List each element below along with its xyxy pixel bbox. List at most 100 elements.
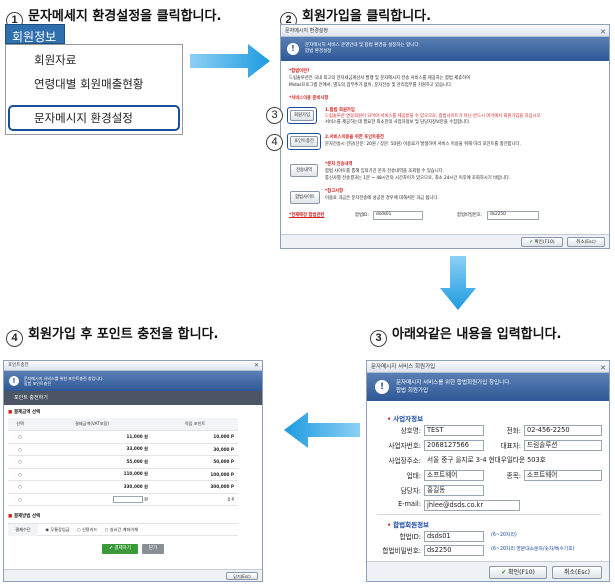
ok-button[interactable]: ✔ 확인(F10) bbox=[521, 237, 563, 247]
method-option-card[interactable]: ○ 신용카드 bbox=[77, 527, 97, 532]
ceo-label: 대표자: bbox=[500, 442, 521, 450]
bizno-row: 사업자번호: 2068127566 대표자: 드림솔루션 bbox=[367, 440, 609, 452]
legal-pw-label: 합법비밀번호: bbox=[382, 547, 421, 555]
custom-amount-input[interactable] bbox=[112, 495, 143, 503]
arrow-right-icon bbox=[190, 44, 270, 78]
type-input[interactable]: 소프트웨어 bbox=[424, 470, 484, 481]
ok-button[interactable]: ✔ 확인(F10) bbox=[489, 566, 547, 579]
section-legal-title: *합법이란? bbox=[289, 69, 310, 74]
company-label: 상호명: bbox=[400, 427, 421, 435]
legal-pw-field[interactable]: ds2250 bbox=[487, 211, 539, 220]
company-input[interactable]: TEST bbox=[424, 425, 484, 436]
item-label: 종목: bbox=[506, 472, 521, 480]
method-option-bank[interactable]: ◉ 무통장입금 bbox=[45, 527, 69, 532]
legal-site-button[interactable]: 합법사이트 bbox=[290, 191, 320, 204]
step-number-badge: 4 bbox=[6, 330, 23, 347]
join-line2: 서비스를 제공하는데 필요한 최소한의 사업자정보 및 담당자정보만을 수집합니… bbox=[325, 120, 471, 125]
legal-id-input[interactable]: dsds01 bbox=[424, 531, 484, 542]
legal-id-field[interactable]: dsds01 bbox=[373, 211, 423, 220]
charge-subtitle: 포인트 충전하기 bbox=[14, 395, 48, 401]
window-banner: ! 문자메시지 서비스를 위한 합법회원가입 창입니다. 합법 회원가입 bbox=[367, 373, 609, 401]
step3-title: 3 아래와같은 내용을 입력합니다. bbox=[370, 323, 561, 347]
sms-settings-window: 문자메시지 환경설정 ✕ ! 문자메시지 서비스 운영안내 및 합법 환경을 설… bbox=[280, 24, 610, 249]
amount-cell: 33,000 원 bbox=[32, 443, 152, 456]
amount-unit: 원 bbox=[144, 496, 148, 502]
cancel-button[interactable]: 취소(Esc) bbox=[552, 566, 602, 579]
legal-pw-label: 합법비밀번호: bbox=[457, 213, 483, 218]
table-row[interactable]: ○ 330,000 원 300,000 P bbox=[8, 480, 238, 494]
table-row[interactable]: ○ 원 0 P bbox=[8, 493, 238, 506]
point-cell: 50,000 P bbox=[152, 455, 238, 469]
check-icon: ✔ bbox=[529, 240, 534, 245]
note-line1: 이용료 과금은 문자전송에 성공한 경우에 대해서만 과금 됩니다. bbox=[325, 196, 439, 201]
window-banner: ! 문자메시지 서비스 운영안내 및 합법 환경을 설정하는 합니다. 합법 환… bbox=[281, 37, 609, 61]
send-history-button[interactable]: 전송내역 bbox=[290, 164, 318, 177]
amount-section-title: ■ 결제금액 선택 bbox=[8, 410, 41, 415]
method-section-title: ■ 결제방법 선택 bbox=[8, 514, 41, 519]
point-heading: 2.서비스이용을 위한 포인트충전 bbox=[325, 135, 385, 140]
amount-cell: 원 bbox=[32, 493, 152, 506]
point-charge-button[interactable]: 포인트충전 bbox=[290, 136, 318, 147]
info-icon: ! bbox=[375, 380, 389, 394]
radio-button[interactable]: ○ bbox=[18, 434, 22, 439]
radio-button[interactable]: ○ bbox=[18, 484, 22, 489]
email-input[interactable]: jhlee@dsds.co.kr bbox=[424, 500, 520, 511]
callout-3-badge: 3 bbox=[266, 107, 283, 124]
manager-row: 담당자: 홍길동 bbox=[367, 485, 609, 497]
step2-text: 회원가입을 클릭합니다. bbox=[302, 9, 432, 24]
address-row: 사업장주소: 서울 중구 을지로 3-4 현대우일타운 503호 bbox=[367, 455, 609, 467]
menu-item-sms-settings[interactable]: 문자메시지 환경설정 bbox=[8, 105, 180, 131]
pay-button[interactable]: ✔ 결제하기 bbox=[102, 544, 138, 554]
table-row[interactable]: ○ 110,000 원 100,000 P bbox=[8, 468, 238, 481]
close-button[interactable]: 닫기 bbox=[142, 544, 164, 554]
address-input[interactable]: 서울 중구 을지로 3-4 현대우일타운 503호 bbox=[424, 455, 602, 466]
section-prep-title: *서비스이용 준비사항 bbox=[289, 96, 329, 101]
close-icon[interactable]: ✕ bbox=[254, 361, 259, 371]
amount-section-label: 결제금액 선택 bbox=[13, 410, 41, 415]
bizno-input[interactable]: 2068127566 bbox=[424, 440, 484, 451]
amount-table: 선택 결제금액(VAT포함) 적립 포인트 ○ 11,000 원 10,000 … bbox=[8, 418, 238, 506]
radio-button[interactable]: ○ bbox=[18, 497, 22, 502]
section-legal-line1: 드림솔루션은 국내 최고의 전자세금계산서 발행 및 문자메시지 전송 서비스를… bbox=[289, 76, 471, 81]
point-cell: 0 P bbox=[152, 493, 238, 506]
close-icon[interactable]: ✕ bbox=[600, 362, 606, 374]
method-option-transfer[interactable]: ○ 실시간 계좌이체 bbox=[105, 527, 138, 532]
amount-cell: 55,000 원 bbox=[32, 455, 152, 469]
history-heading: *문자 전송내역 bbox=[325, 162, 353, 167]
menu-header[interactable]: 회원정보 bbox=[5, 24, 65, 44]
ceo-input[interactable]: 드림솔루션 bbox=[524, 440, 602, 451]
footer-close-button[interactable]: 닫기(Esc) bbox=[226, 572, 258, 580]
tel-input[interactable]: 02-456-2250 bbox=[524, 425, 602, 436]
ok-label: 확인(F10) bbox=[508, 569, 535, 576]
banner-line1: 문자메시지 서비스를 위한 합법회원가입 창입니다. bbox=[396, 380, 512, 386]
history-line1: 합법 사이트를 통해 임의기간 문자 전송내역을 조회할 수 있습니다. bbox=[325, 169, 445, 174]
item-input[interactable]: 소프트웨어 bbox=[524, 470, 602, 481]
join-window: 문자메시지 서비스 회원가입 ✕ ! 문자메시지 서비스를 위한 합법회원가입 … bbox=[366, 360, 610, 582]
section-legal-line2: Midas프로그램 안에서, 별도의 업무추가 없이, 문자전송 및 관리업무를… bbox=[289, 83, 453, 88]
join-button[interactable]: 회원가입 bbox=[290, 110, 314, 121]
manager-input[interactable]: 홍길동 bbox=[424, 485, 484, 496]
banner-line2: 합법 환경설정 bbox=[305, 49, 332, 54]
method-label: 결제수단 bbox=[8, 524, 38, 536]
legal-pw-input[interactable]: ds2250 bbox=[424, 545, 484, 556]
radio-button[interactable]: ○ bbox=[18, 472, 22, 477]
table-row[interactable]: ○ 55,000 원 50,000 P bbox=[8, 455, 238, 469]
window-banner: ! 문자메시지 서비스를 위한 포인트충전 창입니다. 합법 포인트충전 bbox=[4, 371, 262, 391]
menu-item-age-sales[interactable]: 연령대별 회원매출현황 bbox=[6, 72, 182, 96]
radio-button[interactable]: ○ bbox=[18, 447, 22, 452]
address-label: 사업장주소: bbox=[388, 457, 421, 465]
amount-cell: 330,000 원 bbox=[32, 480, 152, 494]
note-heading: *참고사항 bbox=[325, 189, 344, 194]
table-row[interactable]: ○ 11,000 원 10,000 P bbox=[8, 430, 238, 444]
method-section-label: 결제방법 선택 bbox=[13, 514, 41, 519]
type-label: 업태: bbox=[406, 472, 421, 480]
company-row: 상호명: TEST 전화: 02-456-2250 bbox=[367, 425, 609, 437]
close-icon[interactable]: ✕ bbox=[600, 26, 606, 38]
email-label: E-mail: bbox=[398, 500, 421, 508]
step4-title: 4 회원가입 후 포인트 충전을 합니다. bbox=[6, 323, 218, 347]
method-row: 결제수단 ◉ 무통장입금 ○ 신용카드 ○ 실시간 계좌이체 bbox=[8, 523, 238, 536]
table-row[interactable]: ○ 33,000 원 30,000 P bbox=[8, 443, 238, 456]
radio-button[interactable]: ○ bbox=[18, 459, 22, 464]
menu-item-member-data[interactable]: 회원자료 bbox=[6, 48, 182, 72]
cancel-button[interactable]: 취소(Esc) bbox=[567, 237, 605, 247]
